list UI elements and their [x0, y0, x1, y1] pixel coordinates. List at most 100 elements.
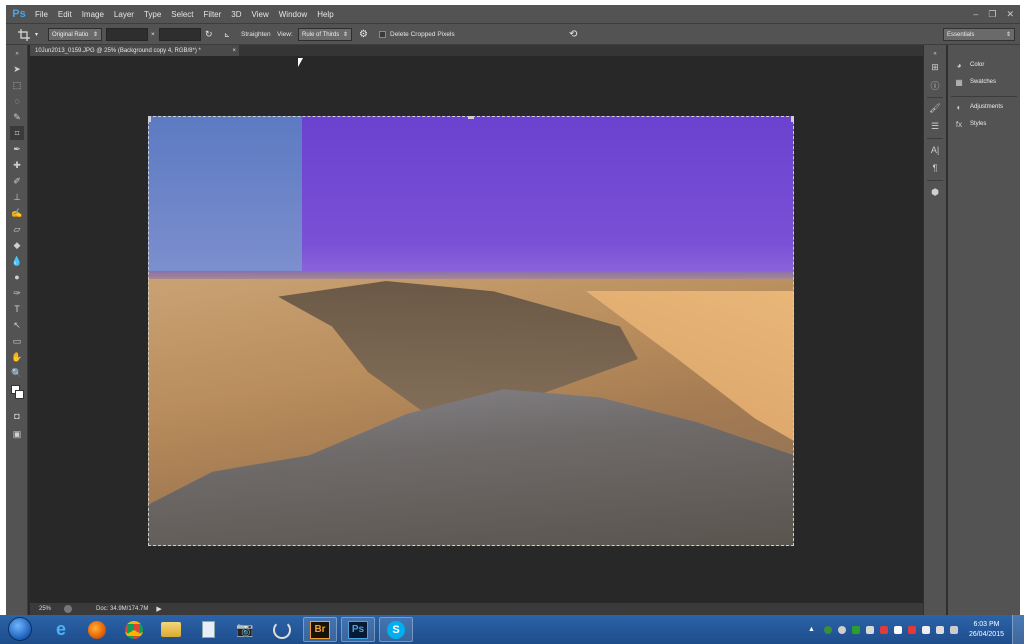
- crop-handle-top-right[interactable]: [791, 116, 794, 122]
- firefox-icon[interactable]: [80, 617, 114, 642]
- tab-close-icon[interactable]: ×: [232, 48, 236, 54]
- eyedropper-tool-icon[interactable]: ✒: [10, 142, 24, 156]
- tray-app-icon[interactable]: [879, 625, 888, 634]
- collapse-icon[interactable]: »: [10, 47, 24, 61]
- gear-icon[interactable]: ⚙: [359, 28, 368, 41]
- menu-window[interactable]: Window: [274, 10, 312, 19]
- swap-label[interactable]: ×: [151, 28, 155, 41]
- delete-cropped-checkbox[interactable]: [379, 31, 386, 38]
- restore-icon[interactable]: ❐: [988, 9, 996, 20]
- info-panel-icon[interactable]: ⓘ: [928, 78, 942, 92]
- volume-icon[interactable]: [921, 625, 930, 634]
- chrome-icon[interactable]: [117, 617, 151, 642]
- move-tool-icon[interactable]: ➤: [10, 62, 24, 76]
- history-brush-tool-icon[interactable]: ✍: [10, 206, 24, 220]
- tray-app-icon[interactable]: [851, 625, 860, 634]
- styles-panel-tab[interactable]: fx Styles: [954, 118, 986, 130]
- dodge-tool-icon[interactable]: ●: [10, 270, 24, 284]
- view-overlay-select[interactable]: Rule of Thirds ⇕: [298, 28, 352, 41]
- crop-height-input[interactable]: [159, 28, 201, 41]
- reset-icon[interactable]: ⟲: [569, 28, 577, 41]
- straighten-icon[interactable]: ⊾: [224, 28, 230, 41]
- delete-cropped-option[interactable]: Delete Cropped Pixels: [379, 28, 455, 41]
- menu-select[interactable]: Select: [166, 10, 198, 19]
- camera-app-icon[interactable]: 📷: [228, 617, 262, 642]
- shape-tool-icon[interactable]: ▭: [10, 334, 24, 348]
- workspace-value: Essentials: [947, 31, 975, 38]
- notepad-icon[interactable]: [191, 617, 225, 642]
- brush-settings-icon[interactable]: ☰: [928, 119, 942, 133]
- zoom-tool-icon[interactable]: 🔍: [10, 366, 24, 380]
- crop-width-input[interactable]: [106, 28, 148, 41]
- crop-tool-icon[interactable]: ⌗: [10, 126, 24, 140]
- close-icon[interactable]: ✕: [1006, 9, 1014, 20]
- swatches-panel-tab[interactable]: ▦ Swatches: [954, 76, 996, 88]
- crop-frame[interactable]: [148, 116, 794, 546]
- paragraph-panel-icon[interactable]: ¶: [928, 161, 942, 175]
- blur-tool-icon[interactable]: 💧: [10, 254, 24, 268]
- menu-edit[interactable]: Edit: [53, 10, 77, 19]
- adjustments-panel-tab[interactable]: ◐ Adjustments: [954, 101, 1003, 113]
- menu-file[interactable]: File: [30, 10, 53, 19]
- status-menu-arrow-icon[interactable]: ▶: [156, 605, 161, 613]
- eraser-tool-icon[interactable]: ▱: [10, 222, 24, 236]
- zoom-level[interactable]: 25%: [39, 606, 64, 612]
- system-clock[interactable]: 6:03 PM 26/04/2015: [969, 620, 1004, 640]
- start-button[interactable]: [8, 617, 32, 641]
- menu-type[interactable]: Type: [139, 10, 166, 19]
- document-tab[interactable]: 10Jun2013_0159.JPG @ 25% (Background cop…: [30, 45, 239, 56]
- tray-app-icon[interactable]: [865, 625, 874, 634]
- battery-icon[interactable]: [949, 625, 958, 634]
- menu-3d[interactable]: 3D: [226, 10, 246, 19]
- internet-explorer-icon[interactable]: e: [44, 617, 78, 642]
- minimize-icon[interactable]: –: [973, 9, 978, 19]
- network-signal-icon[interactable]: [935, 625, 944, 634]
- menu-image[interactable]: Image: [77, 10, 109, 19]
- tray-app-icon[interactable]: [837, 625, 846, 634]
- menu-layer[interactable]: Layer: [109, 10, 139, 19]
- healing-brush-tool-icon[interactable]: ✚: [10, 158, 24, 172]
- show-desktop-button[interactable]: [1012, 615, 1024, 644]
- photoshop-taskbar-button[interactable]: Ps: [341, 617, 375, 642]
- tray-app-icon[interactable]: [907, 625, 916, 634]
- menu-view[interactable]: View: [247, 10, 274, 19]
- workspace-select[interactable]: Essentials ⇕: [943, 28, 1015, 41]
- ratio-select[interactable]: Original Ratio ⇕: [48, 28, 102, 41]
- screen-mode-icon[interactable]: ▣: [10, 427, 24, 441]
- clear-icon[interactable]: ↻: [205, 28, 213, 41]
- proof-icon[interactable]: [64, 605, 72, 613]
- straighten-label[interactable]: Straighten: [241, 28, 271, 41]
- tray-app-icon[interactable]: [823, 625, 832, 634]
- menu-filter[interactable]: Filter: [199, 10, 227, 19]
- document-image[interactable]: [148, 116, 794, 546]
- clone-stamp-tool-icon[interactable]: ⊥: [10, 190, 24, 204]
- brush-tool-icon[interactable]: ✐: [10, 174, 24, 188]
- color-swatches-icon[interactable]: [10, 384, 24, 402]
- 3d-panel-icon[interactable]: ⬢: [928, 185, 942, 199]
- brush-presets-icon[interactable]: 🖌: [928, 101, 942, 115]
- bridge-taskbar-button[interactable]: Br: [303, 617, 337, 642]
- type-tool-icon[interactable]: T: [10, 302, 24, 316]
- collapse-icon[interactable]: «: [928, 47, 942, 61]
- loading-app-icon[interactable]: [265, 617, 299, 642]
- character-panel-icon[interactable]: A|: [928, 143, 942, 157]
- crop-handle-top-left[interactable]: [148, 116, 151, 122]
- crop-handle-top[interactable]: [468, 116, 474, 119]
- lasso-tool-icon[interactable]: ◌: [10, 94, 24, 108]
- quick-select-tool-icon[interactable]: ✎: [10, 110, 24, 124]
- quick-mask-icon[interactable]: ◘: [10, 409, 24, 423]
- menu-help[interactable]: Help: [312, 10, 338, 19]
- action-center-flag-icon[interactable]: [893, 625, 902, 634]
- tray-expand-icon[interactable]: ▲: [808, 626, 815, 633]
- gradient-tool-icon[interactable]: ◆: [10, 238, 24, 252]
- hand-tool-icon[interactable]: ✋: [10, 350, 24, 364]
- history-panel-icon[interactable]: ⊞: [928, 60, 942, 74]
- color-panel-tab[interactable]: ◕ Color: [954, 59, 985, 71]
- marquee-tool-icon[interactable]: ⬚: [10, 78, 24, 92]
- pen-tool-icon[interactable]: ✑: [10, 286, 24, 300]
- crop-tool-preset-icon[interactable]: ▾: [18, 28, 38, 41]
- file-explorer-icon[interactable]: [154, 617, 188, 642]
- skype-taskbar-button[interactable]: S: [379, 617, 413, 642]
- canvas-area[interactable]: [30, 56, 923, 603]
- path-select-tool-icon[interactable]: ↖: [10, 318, 24, 332]
